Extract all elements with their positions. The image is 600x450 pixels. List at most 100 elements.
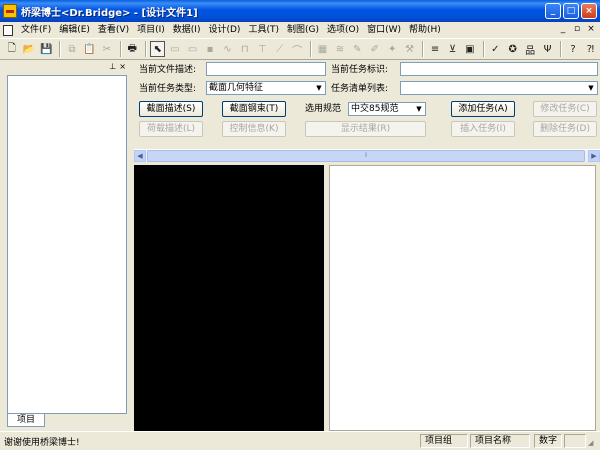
line-icon[interactable]: ⟋ [272,41,287,57]
toolbar-separator [309,41,312,57]
open-folder-icon[interactable]: 📂 [21,41,36,57]
task-form: 当前文件描述: 当前任务标识: 当前任务类型: 截面几何特征 ▼ 任务清单列表:… [134,61,600,163]
doc-desc-label: 当前文件描述: [139,65,197,75]
menu-view[interactable]: 查看(V) [94,22,133,38]
toolbar-separator [422,41,425,57]
resize-grip-icon[interactable]: ◢ [588,438,598,448]
page-icon[interactable]: ▭ [167,41,182,57]
task-type-label: 当前任务类型: [139,84,197,94]
task-type-value: 截面几何特征 [209,83,264,93]
menu-design[interactable]: 设计(D) [204,22,244,38]
page-copy-icon[interactable]: ▭ [185,41,200,57]
box-icon[interactable]: ▣ [462,41,477,57]
mdi-restore-button[interactable]: ▫ [572,24,582,35]
menu-project[interactable]: 项目(I) [133,22,169,38]
help-icon[interactable]: ? [565,41,580,57]
standard-select[interactable]: 中交85规范 ▼ [348,102,426,116]
measure-icon[interactable]: ⊻ [445,41,460,57]
menu-data[interactable]: 数据(I) [169,22,205,38]
menu-drawing[interactable]: 制图(G) [283,22,323,38]
menu-file[interactable]: 文件(F) [17,22,55,38]
tab-project[interactable]: 项目 [7,414,45,427]
menu-window[interactable]: 窗口(W) [363,22,405,38]
load-desc-button[interactable]: 荷载描述(L) [139,121,203,137]
scroll-right-icon[interactable]: ▶ [588,150,600,162]
mdi-minimize-button[interactable]: _ [558,24,568,35]
task-list-label: 任务清单列表: [331,84,389,94]
copy-icon[interactable]: ⧉ [64,41,79,57]
title-bar[interactable]: 桥梁博士<Dr.Bridge> - [设计文件1] _ □ × [0,0,600,22]
graphic-view[interactable] [134,165,324,431]
curve-icon[interactable]: ⌒ [289,41,304,57]
section-rebar-button[interactable]: 截面钢束(T) [222,101,286,117]
panel-header: ⊥ × [2,61,129,72]
beam-icon[interactable]: ⊤ [255,41,270,57]
status-message: 谢谢使用桥梁博士! [4,438,80,448]
delete-task-button[interactable]: 删除任务(D) [533,121,597,137]
pin-icon[interactable]: ⊥ [109,61,116,72]
hammer-icon[interactable]: ⚒ [402,41,417,57]
add-task-button[interactable]: 添加任务(A) [451,101,515,117]
task-list-select[interactable]: ▼ [400,81,598,95]
panel-close-icon[interactable]: × [119,61,126,72]
toolbar-separator [59,41,62,57]
disk-icon[interactable]: ▪ [202,41,217,57]
standard-label: 选用规范 [305,104,342,114]
control-info-button[interactable]: 控制信息(K) [222,121,286,137]
mdi-controls: _ ▫ × [558,24,596,35]
wave-icon[interactable]: ≋ [332,41,347,57]
mdi-close-button[interactable]: × [586,24,596,35]
chart-icon[interactable]: ∿ [220,41,235,57]
tool-icon[interactable]: ✦ [385,41,400,57]
close-button[interactable]: × [581,3,597,19]
toolbar: 🗋 📂 💾 ⧉ 📋 ✂ 🖶 ⬉ ▭ ▭ ▪ ∿ ⊓ ⊤ ⟋ ⌒ ▦ ≋ ✎ ✐ … [0,38,600,60]
menu-options[interactable]: 选项(O) [323,22,363,38]
new-file-icon[interactable]: 🗋 [4,41,19,57]
menu-edit[interactable]: 编辑(E) [55,22,94,38]
bridge-app-icon [3,4,17,18]
chevron-down-icon: ▼ [588,84,594,92]
network-icon[interactable]: 品 [522,41,537,57]
window-controls: _ □ × [545,3,597,19]
chevron-down-icon: ▼ [316,84,322,92]
project-panel: ⊥ × 项目 [2,61,129,428]
output-view[interactable] [329,165,596,431]
list-icon[interactable]: ≡ [427,41,442,57]
scroll-thumb[interactable]: ⦀ [147,150,585,162]
document-icon[interactable] [3,24,13,36]
toolbar-separator [119,41,122,57]
task-id-label: 当前任务标识: [331,65,389,75]
edit-icon[interactable]: ✎ [350,41,365,57]
antenna-icon[interactable]: Ψ [540,41,555,57]
select-arrow-icon[interactable]: ⬉ [149,41,166,57]
horizontal-scrollbar[interactable]: ◀ ⦀ ▶ [134,149,600,162]
task-type-select[interactable]: 截面几何特征 ▼ [206,81,326,95]
lifebuoy-icon[interactable]: ✪ [505,41,520,57]
grid-icon[interactable]: ▦ [315,41,330,57]
check-icon[interactable]: ✓ [488,41,503,57]
status-bar: 谢谢使用桥梁博士! 项目组 项目名称 数字 ◢ [0,431,600,450]
maximize-button[interactable]: □ [563,3,579,19]
doc-desc-input[interactable] [206,62,326,76]
print-icon[interactable]: 🖶 [125,41,140,57]
cut-icon[interactable]: ✂ [99,41,114,57]
show-result-button[interactable]: 显示结果(R) [305,121,426,137]
minimize-button[interactable]: _ [545,3,561,19]
task-id-input[interactable] [400,62,598,76]
scroll-left-icon[interactable]: ◀ [134,150,146,162]
toolbar-separator [144,41,147,57]
menu-tools[interactable]: 工具(T) [244,22,283,38]
toolbar-separator [560,41,563,57]
menu-help[interactable]: 帮助(H) [405,22,445,38]
section-desc-button[interactable]: 截面描述(S) [139,101,203,117]
insert-task-button[interactable]: 插入任务(I) [451,121,515,137]
project-tree[interactable] [7,75,127,414]
save-icon[interactable]: 💾 [39,41,54,57]
bridge-icon[interactable]: ⊓ [237,41,252,57]
status-empty-pane [564,434,586,448]
context-help-icon[interactable]: ⁈ [583,41,598,57]
status-project-name: 项目名称 [470,434,530,448]
paste-icon[interactable]: 📋 [82,41,97,57]
modify-task-button[interactable]: 修改任务(C) [533,101,597,117]
pen-icon[interactable]: ✐ [367,41,382,57]
